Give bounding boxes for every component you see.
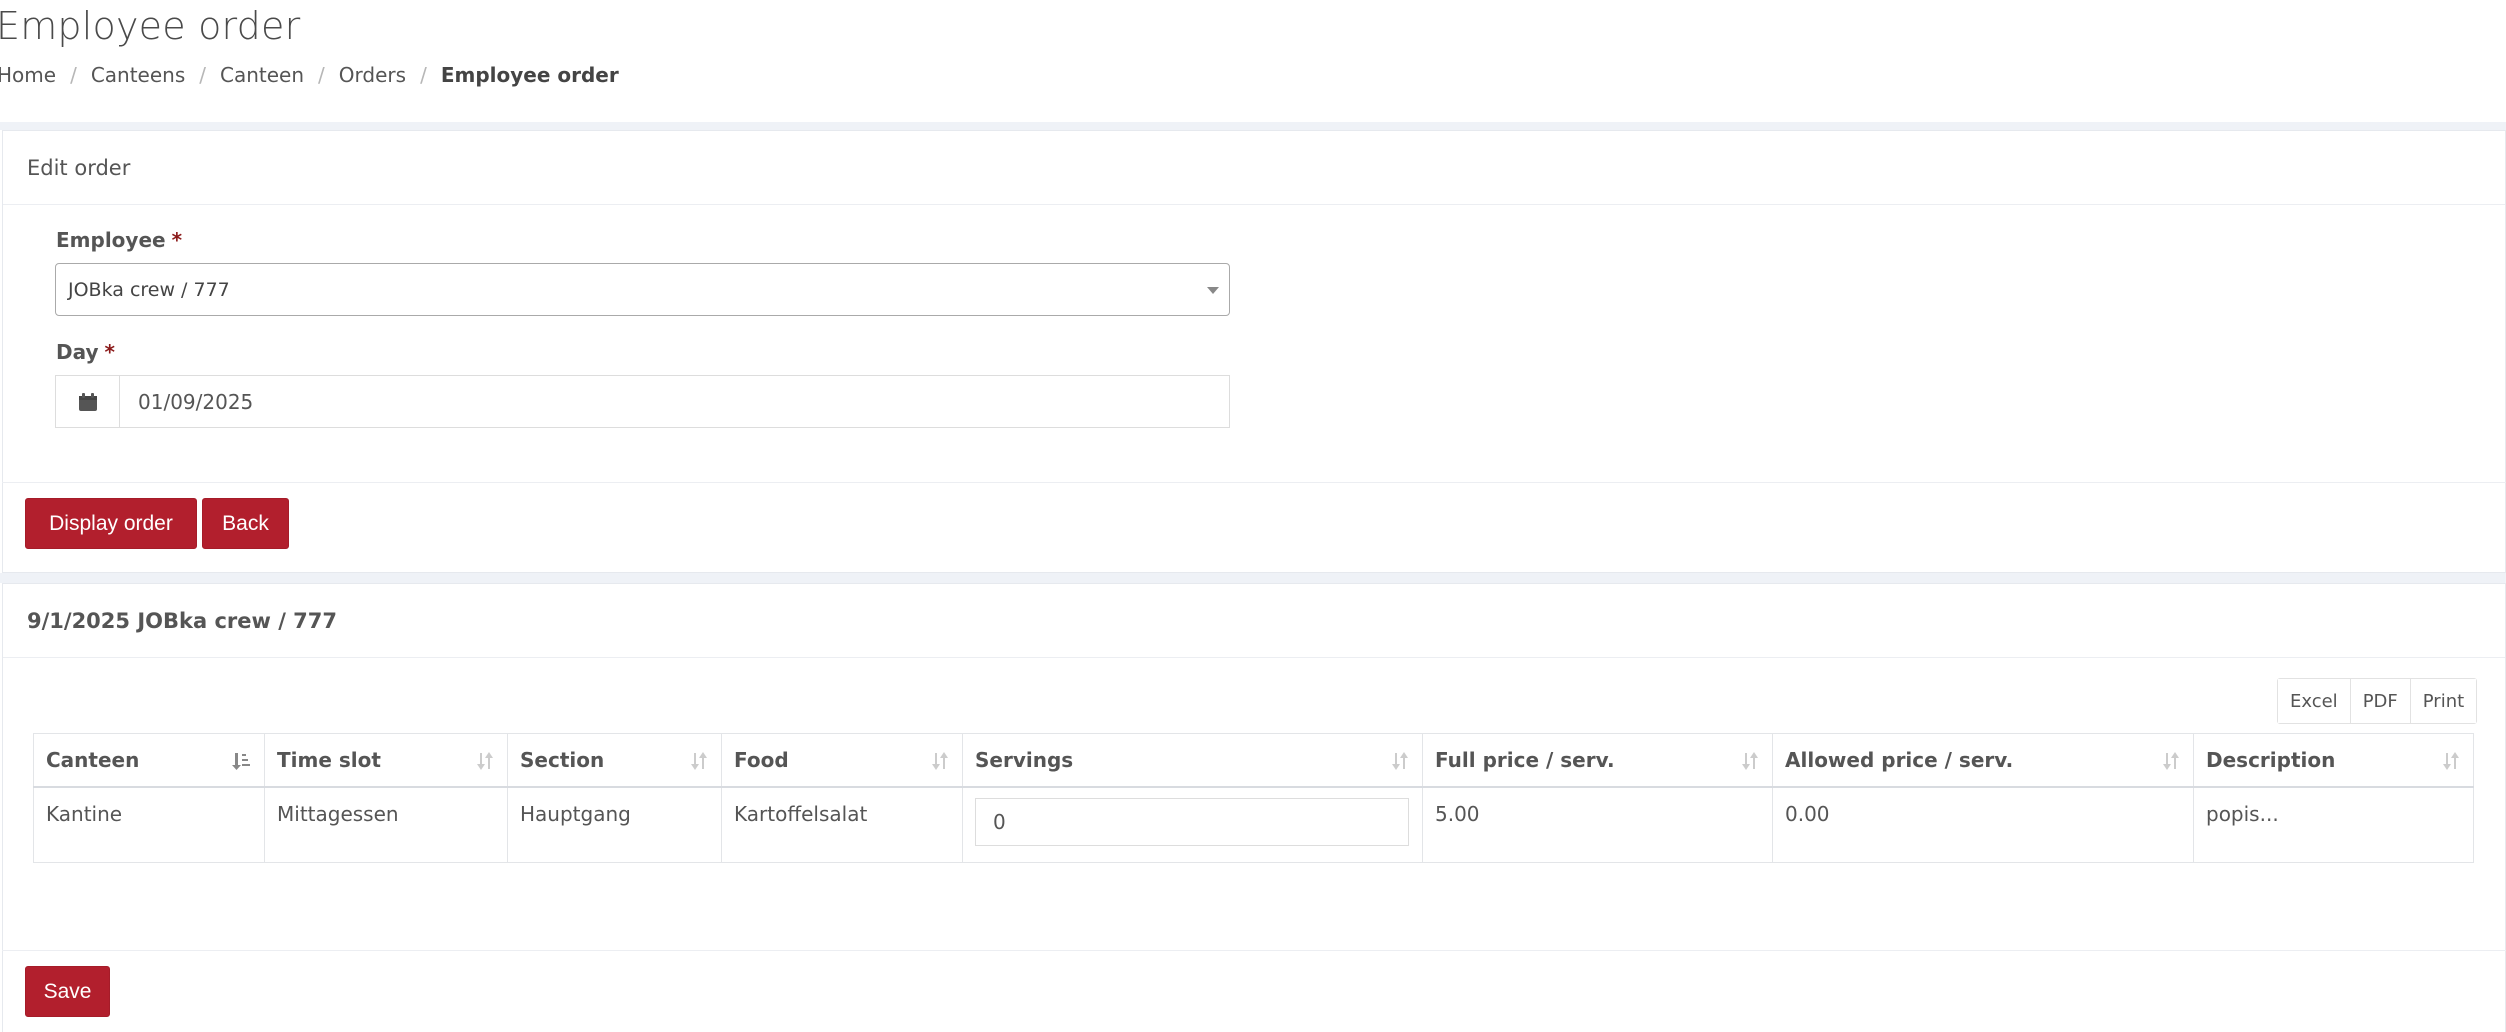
cell-description: popis... bbox=[2193, 786, 2474, 863]
edit-order-card: Edit order bbox=[2, 130, 2506, 573]
breadcrumb: Home / Canteens / Canteen / Orders / Emp… bbox=[0, 63, 619, 87]
sort-icon bbox=[932, 752, 948, 770]
column-header-full-price[interactable]: Full price / serv. bbox=[1422, 733, 1773, 788]
cell-time-slot: Mittagessen bbox=[264, 786, 508, 863]
export-excel-button[interactable]: Excel bbox=[2278, 679, 2351, 723]
export-buttons: Excel PDF Print bbox=[2277, 678, 2478, 724]
column-label: Description bbox=[2206, 747, 2336, 772]
card-footer-divider bbox=[2, 950, 2506, 951]
breadcrumb-separator: / bbox=[70, 63, 77, 87]
calendar-icon[interactable] bbox=[56, 376, 120, 427]
required-mark: * bbox=[104, 340, 115, 364]
breadcrumb-orders[interactable]: Orders bbox=[339, 63, 406, 87]
column-label: Time slot bbox=[277, 747, 381, 772]
cell-food: Kartoffelsalat bbox=[721, 786, 963, 863]
breadcrumb-separator: / bbox=[199, 63, 207, 87]
export-pdf-button[interactable]: PDF bbox=[2350, 679, 2411, 723]
section-divider-band bbox=[0, 573, 2506, 583]
breadcrumb-canteens[interactable]: Canteens bbox=[91, 63, 185, 87]
sort-icon bbox=[1392, 752, 1408, 770]
cell-servings: 0 bbox=[962, 786, 1423, 863]
display-order-button[interactable]: Display order bbox=[25, 498, 197, 549]
table-header-row: Canteen Time slot Section Food Servings … bbox=[33, 733, 2474, 788]
employee-label: Employee * bbox=[56, 228, 182, 252]
column-header-time-slot[interactable]: Time slot bbox=[264, 733, 508, 788]
column-label: Canteen bbox=[46, 747, 140, 772]
sort-icon bbox=[2443, 752, 2459, 770]
servings-input[interactable]: 0 bbox=[975, 797, 1409, 846]
cell-allowed-price: 0.00 bbox=[1772, 786, 2194, 863]
breadcrumb-separator: / bbox=[420, 63, 427, 87]
column-label: Full price / serv. bbox=[1435, 747, 1615, 772]
breadcrumb-separator: / bbox=[318, 63, 325, 87]
cell-canteen: Kantine bbox=[33, 786, 265, 863]
edit-order-header: Edit order bbox=[3, 131, 2505, 205]
print-button[interactable]: Print bbox=[2410, 679, 2477, 723]
day-input[interactable]: 01/09/2025 bbox=[120, 376, 1229, 427]
sort-icon bbox=[477, 752, 493, 770]
employee-select-value: JOBka crew / 777 bbox=[68, 278, 230, 301]
required-mark: * bbox=[171, 228, 183, 252]
employee-label-text: Employee bbox=[56, 228, 166, 252]
section-divider-band bbox=[0, 122, 2506, 130]
column-header-description[interactable]: Description bbox=[2193, 733, 2474, 788]
column-header-canteen[interactable]: Canteen bbox=[33, 733, 265, 788]
column-header-food[interactable]: Food bbox=[721, 733, 963, 788]
day-label: Day * bbox=[56, 340, 115, 364]
breadcrumb-home[interactable]: Home bbox=[0, 63, 56, 87]
page-title: Employee order bbox=[0, 4, 301, 48]
table-row: Kantine Mittagessen Hauptgang Kartoffels… bbox=[33, 786, 2474, 863]
day-label-text: Day bbox=[56, 340, 99, 364]
column-header-allowed-price[interactable]: Allowed price / serv. bbox=[1772, 733, 2194, 788]
orders-table: Canteen Time slot Section Food Servings … bbox=[33, 733, 2474, 863]
breadcrumb-canteen[interactable]: Canteen bbox=[220, 63, 304, 87]
chevron-down-icon bbox=[1207, 287, 1219, 294]
back-button[interactable]: Back bbox=[202, 498, 289, 549]
sort-icon bbox=[1742, 752, 1758, 770]
cell-section: Hauptgang bbox=[507, 786, 722, 863]
sort-icon bbox=[691, 752, 707, 770]
sort-icon bbox=[2163, 752, 2179, 770]
day-date-field[interactable]: 01/09/2025 bbox=[55, 375, 1230, 428]
order-details-header: 9/1/2025 JOBka crew / 777 bbox=[3, 584, 2505, 658]
column-header-servings[interactable]: Servings bbox=[962, 733, 1423, 788]
breadcrumb-current: Employee order bbox=[440, 63, 619, 87]
column-header-section[interactable]: Section bbox=[507, 733, 722, 788]
column-label: Section bbox=[520, 747, 605, 772]
column-label: Food bbox=[734, 747, 789, 772]
employee-select[interactable]: JOBka crew / 777 bbox=[55, 263, 1230, 316]
column-label: Servings bbox=[975, 747, 1074, 772]
save-button[interactable]: Save bbox=[25, 966, 110, 1017]
column-label: Allowed price / serv. bbox=[1785, 747, 2014, 772]
sort-ascending-icon bbox=[232, 753, 250, 770]
cell-full-price: 5.00 bbox=[1422, 786, 1773, 863]
card-footer-divider bbox=[2, 482, 2506, 483]
